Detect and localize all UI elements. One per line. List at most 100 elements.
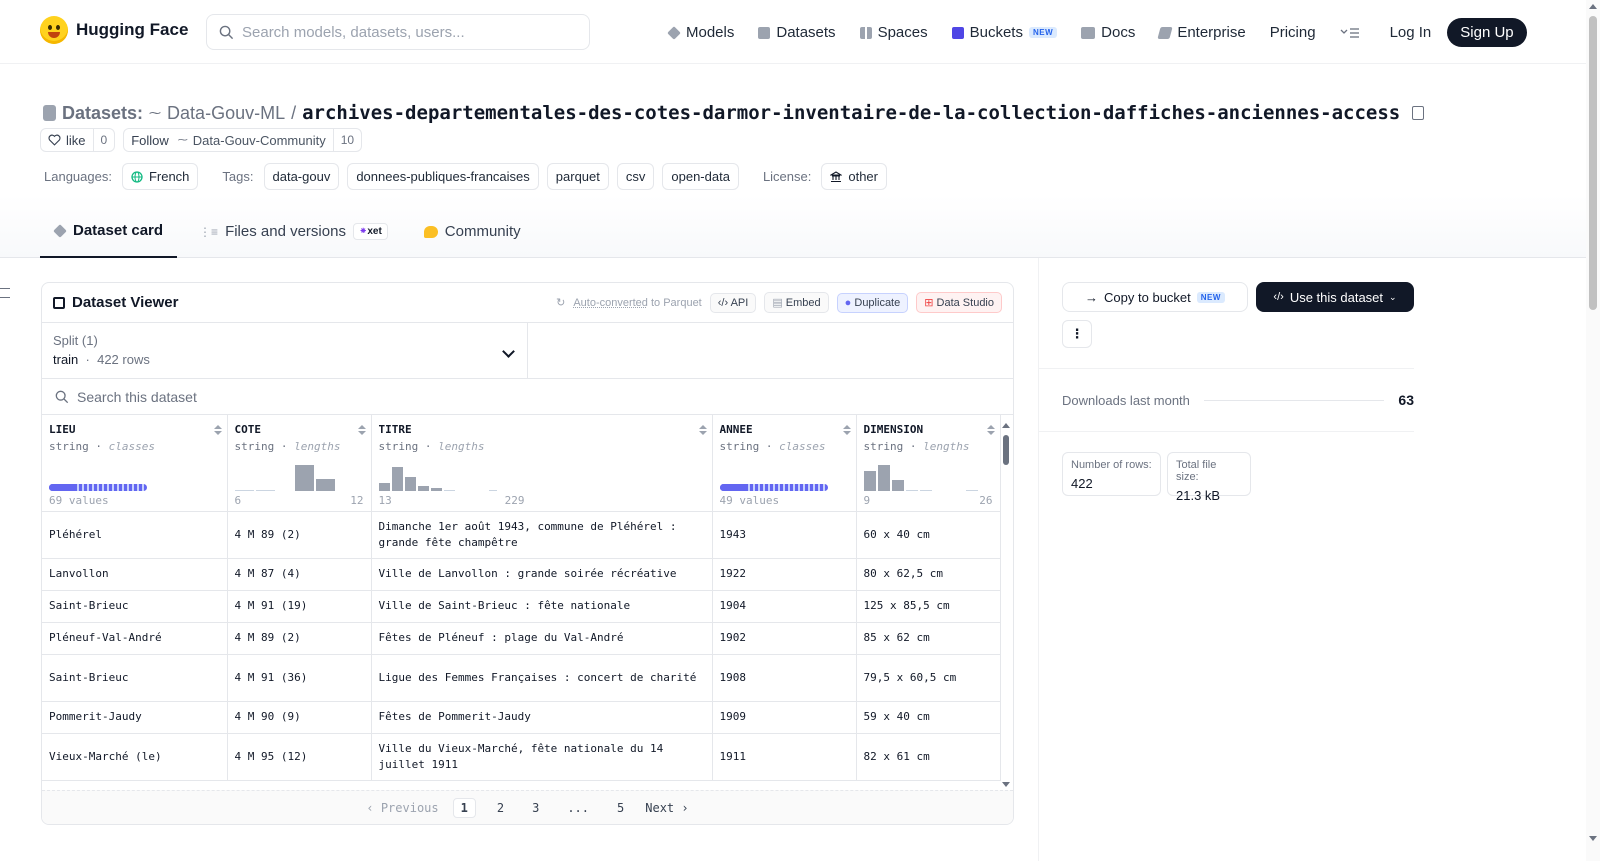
cell-lieu[interactable]: Pléneuf-Val-André	[42, 622, 228, 655]
tab-community[interactable]: Community	[410, 222, 535, 258]
cell-lieu[interactable]: Lanvollon	[42, 558, 228, 591]
auto-converted-link[interactable]: Auto-converted	[573, 297, 648, 309]
histogram-bar[interactable]	[488, 489, 497, 491]
tag-item[interactable]: csv	[616, 163, 655, 190]
histogram-bar[interactable]	[417, 485, 429, 491]
histogram-bar[interactable]	[891, 479, 904, 491]
histogram-bar[interactable]	[378, 482, 390, 491]
table-row[interactable]: Vieux-Marché (le) 4 M 95 (12) Ville du V…	[42, 733, 1001, 781]
tag-item[interactable]: open-data	[662, 163, 739, 190]
nav-pricing[interactable]: Pricing	[1270, 24, 1316, 41]
histogram-bar[interactable]	[234, 489, 254, 491]
cell-lieu[interactable]: Vieux-Marché (le)	[42, 733, 228, 781]
cell-cote[interactable]: 4 M 89 (2)	[227, 622, 372, 655]
length-histogram[interactable]	[863, 463, 978, 491]
cell-lieu[interactable]: Saint-Brieuc	[42, 590, 228, 623]
cell-annee[interactable]: 1922	[712, 558, 857, 591]
nav-buckets[interactable]: Buckets NEW	[951, 24, 1058, 41]
histogram-bar[interactable]	[863, 470, 876, 491]
sort-icon[interactable]	[842, 425, 851, 435]
global-search-input[interactable]	[242, 23, 562, 41]
table-row[interactable]: Saint-Brieuc 4 M 91 (36) Ligue des Femme…	[42, 654, 1001, 702]
histogram-bar[interactable]	[294, 464, 314, 491]
login-link[interactable]: Log In	[1390, 24, 1432, 41]
histogram-bar[interactable]	[391, 466, 403, 491]
cell-titre[interactable]: Ville de Saint-Brieuc : fête nationale	[371, 590, 713, 623]
histogram-bar[interactable]	[404, 476, 416, 491]
data-studio-button[interactable]: ⊞ Data Studio	[916, 292, 1002, 313]
brand-logo[interactable]: Hugging Face	[40, 16, 188, 44]
nav-docs[interactable]: Docs	[1081, 24, 1135, 41]
histogram-bar[interactable]	[919, 489, 932, 491]
table-scrollbar[interactable]	[1001, 419, 1011, 787]
table-row[interactable]: Lanvollon 4 M 87 (4) Ville de Lanvollon …	[42, 558, 1001, 591]
duplicate-button[interactable]: ● Duplicate	[836, 292, 909, 313]
cell-titre[interactable]: Ville de Lanvollon : grande soirée récré…	[371, 558, 713, 591]
auto-converted-text[interactable]: Auto-converted to Parquet	[573, 297, 701, 309]
table-row[interactable]: Pléneuf-Val-André 4 M 89 (2) Fêtes de Pl…	[42, 622, 1001, 655]
tag-item[interactable]: parquet	[546, 163, 609, 190]
cell-titre[interactable]: Ville du Vieux-Marché, fête nationale du…	[371, 733, 713, 781]
tab-files-and-versions[interactable]: ⋮≡ Files and versions ⁕xet	[185, 222, 402, 258]
embed-button[interactable]: ▤ Embed	[764, 292, 829, 313]
cell-dimension[interactable]: 60 x 40 cm	[856, 511, 1001, 559]
table-row[interactable]: Pommerit-Jaudy 4 M 90 (9) Fêtes de Pomme…	[42, 701, 1001, 734]
tag-item[interactable]: data-gouv	[263, 163, 340, 190]
cell-titre[interactable]: Dimanche 1er août 1943, commune de Pléhé…	[371, 511, 713, 559]
histogram-bar[interactable]	[315, 478, 335, 491]
page-button-5[interactable]: 5	[610, 799, 631, 817]
cell-annee[interactable]: 1909	[712, 701, 857, 734]
sort-icon[interactable]	[357, 425, 366, 435]
signup-button[interactable]: Sign Up	[1447, 18, 1527, 47]
sidebar-toggle-icon[interactable]	[0, 288, 10, 298]
column-header-lieu[interactable]: LIEU string · classes 69 values	[42, 415, 228, 512]
nav-datasets[interactable]: Datasets	[758, 24, 836, 41]
previous-page-button[interactable]: ‹ Previous	[366, 801, 438, 815]
cell-annee[interactable]: 1911	[712, 733, 857, 781]
cell-dimension[interactable]: 125 x 85,5 cm	[856, 590, 1001, 623]
use-this-dataset-button[interactable]: ‹/› Use this dataset ⌄	[1256, 282, 1414, 312]
repo-owner-link[interactable]: Data-Gouv-ML	[167, 103, 285, 124]
tag-item[interactable]: donnees-publiques-francaises	[347, 163, 539, 190]
column-header-titre[interactable]: TITRE string · lengths 13 229	[371, 415, 713, 512]
cell-cote[interactable]: 4 M 90 (9)	[227, 701, 372, 734]
scroll-down-icon[interactable]	[1002, 782, 1010, 787]
cell-lieu[interactable]: Pommerit-Jaudy	[42, 701, 228, 734]
cell-lieu[interactable]: Pléhérel	[42, 511, 228, 559]
repo-name[interactable]: archives-departementales-des-cotes-darmo…	[302, 102, 1400, 124]
column-header-annee[interactable]: ANNEE string · classes 49 values	[712, 415, 857, 512]
column-header-dimension[interactable]: DIMENSION string · lengths 9 26	[856, 415, 1001, 512]
scroll-up-icon[interactable]	[1589, 4, 1597, 9]
histogram-bar[interactable]	[877, 464, 890, 491]
length-histogram[interactable]	[378, 463, 497, 491]
scroll-thumb[interactable]	[1003, 435, 1009, 465]
class-distribution-bar[interactable]	[49, 483, 147, 491]
cell-titre[interactable]: Ligue des Femmes Françaises : concert de…	[371, 654, 713, 702]
nav-spaces[interactable]: Spaces	[859, 24, 928, 41]
scroll-thumb[interactable]	[1589, 16, 1597, 310]
cell-dimension[interactable]: 85 x 62 cm	[856, 622, 1001, 655]
tab-dataset-card[interactable]: Dataset card	[40, 222, 178, 258]
page-button-1[interactable]: 1	[452, 797, 476, 818]
cell-dimension[interactable]: 79,5 x 60,5 cm	[856, 654, 1001, 702]
cell-cote[interactable]: 4 M 95 (12)	[227, 733, 372, 781]
copy-to-bucket-button[interactable]: → Copy to bucket NEW	[1062, 282, 1248, 312]
nav-more[interactable]	[1340, 27, 1360, 39]
page-button-3[interactable]: 3	[525, 799, 546, 817]
cell-cote[interactable]: 4 M 87 (4)	[227, 558, 372, 591]
cell-dimension[interactable]: 80 x 62,5 cm	[856, 558, 1001, 591]
dataset-search-input[interactable]	[77, 388, 677, 405]
cell-cote[interactable]: 4 M 91 (19)	[227, 590, 372, 623]
histogram-bar[interactable]	[430, 487, 442, 491]
length-histogram[interactable]	[234, 463, 335, 491]
cell-annee[interactable]: 1943	[712, 511, 857, 559]
histogram-bar[interactable]	[905, 489, 918, 491]
cell-annee[interactable]: 1904	[712, 590, 857, 623]
histogram-bar[interactable]	[255, 489, 275, 491]
cell-annee[interactable]: 1902	[712, 622, 857, 655]
more-options-button[interactable]: ⋮	[1062, 320, 1092, 348]
api-button[interactable]: ‹/› API	[709, 292, 757, 313]
scroll-up-icon[interactable]	[1002, 423, 1010, 428]
like-button[interactable]: like 0	[40, 128, 116, 152]
sort-icon[interactable]	[213, 425, 222, 435]
